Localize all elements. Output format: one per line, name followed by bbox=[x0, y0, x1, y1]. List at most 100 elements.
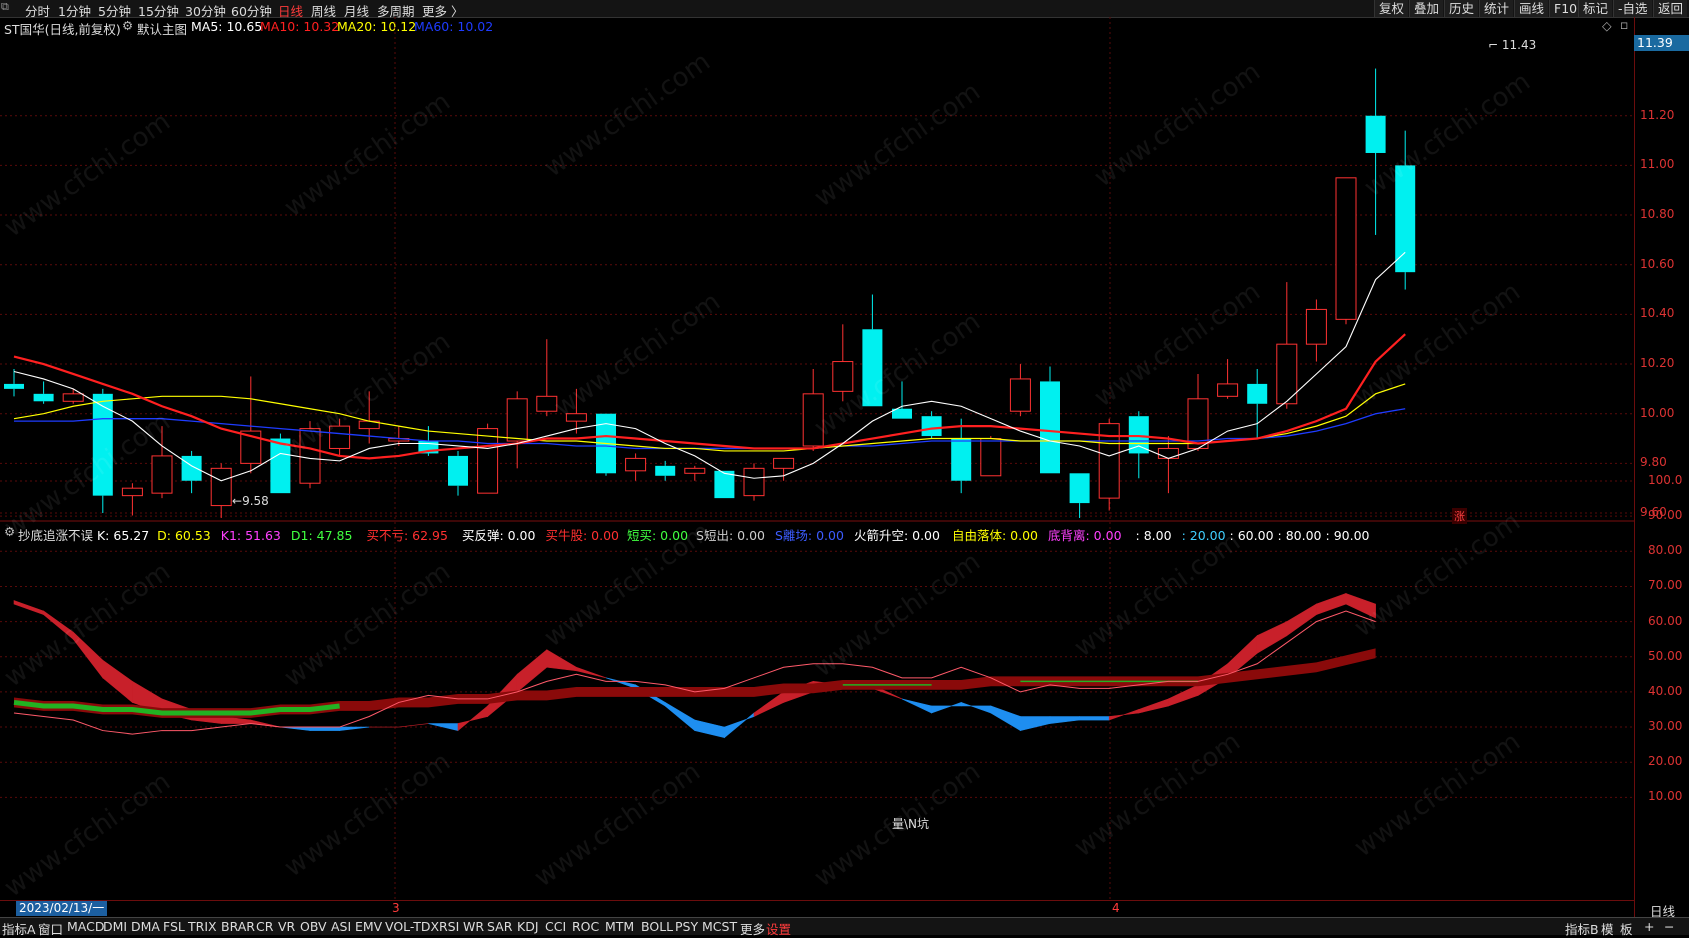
indicator-value: 火箭升空: 0.00 bbox=[853, 528, 940, 543]
bottom-right-button[interactable]: 板 bbox=[1620, 919, 1633, 938]
indicator-tick: 80.00 bbox=[1648, 543, 1683, 558]
kd-band-segment bbox=[546, 649, 577, 672]
overlay-button[interactable]: 叠加 bbox=[1409, 0, 1444, 17]
price-tick: 10.00 bbox=[1640, 405, 1675, 420]
draw-line-button[interactable]: 画线 bbox=[1514, 0, 1549, 17]
f10-button[interactable]: F10 bbox=[1549, 0, 1582, 17]
indicator-tab[interactable]: FSL bbox=[163, 919, 185, 934]
candle-body-up bbox=[477, 428, 499, 494]
indicator-tab[interactable]: OBV bbox=[300, 919, 327, 934]
indicator-tab[interactable]: CR bbox=[256, 919, 273, 934]
price-tick: 10.80 bbox=[1640, 207, 1675, 222]
candle-body-up bbox=[121, 487, 143, 497]
candle-body-up bbox=[625, 457, 647, 472]
remove-watchlist-button[interactable]: -自选 bbox=[1613, 0, 1652, 17]
indicator-value: S離场: 0.00 bbox=[774, 528, 844, 543]
indicator-tab[interactable]: BRAR bbox=[221, 919, 255, 934]
kd-band-segment bbox=[605, 677, 636, 689]
bottom-right-button[interactable]: − bbox=[1664, 919, 1674, 934]
date-axis bbox=[0, 900, 1634, 918]
indicator-value: 自由落体: 0.00 bbox=[951, 528, 1038, 543]
kd-band-segment bbox=[960, 702, 992, 714]
indicator-tab[interactable]: WR bbox=[463, 919, 484, 934]
indicator-tab[interactable]: 设置 bbox=[766, 919, 791, 938]
indicator-tab[interactable]: 更多 bbox=[740, 919, 765, 938]
indicator-tab[interactable]: ASI bbox=[331, 919, 351, 934]
bottom-right-button[interactable]: + bbox=[1644, 919, 1654, 934]
candle-body-up bbox=[980, 438, 1002, 477]
indicator-tab[interactable]: MACD bbox=[67, 919, 104, 934]
indicator-tab[interactable]: MCST bbox=[702, 919, 737, 934]
candle-body-up bbox=[684, 467, 706, 474]
indicator-value: D: 60.53 bbox=[157, 528, 211, 543]
indicator-tab[interactable]: EMV bbox=[355, 919, 382, 934]
indicator-tab[interactable]: DMA bbox=[131, 919, 160, 934]
kd-band-segment bbox=[339, 726, 370, 731]
kd-band-segment bbox=[1049, 716, 1080, 724]
kd-band-segment bbox=[102, 659, 133, 704]
indicator-tick: 20.00 bbox=[1648, 754, 1683, 769]
indicator-value: K: 65.27 bbox=[96, 528, 150, 543]
candle-body-up bbox=[536, 395, 558, 412]
indicator-tab[interactable]: 指标A bbox=[2, 919, 36, 938]
kd-band-segment bbox=[576, 666, 607, 679]
indicator-tab[interactable]: ROC bbox=[572, 919, 599, 934]
kd-band-segment bbox=[1020, 716, 1051, 731]
mark-button[interactable]: 标记 bbox=[1578, 0, 1613, 17]
kd-band-segment bbox=[1316, 593, 1347, 615]
candle-body-up bbox=[773, 457, 795, 469]
history-button[interactable]: 历史 bbox=[1444, 0, 1479, 17]
kd-band-segment bbox=[931, 702, 962, 714]
indicator-tab[interactable]: KDJ bbox=[517, 919, 539, 934]
indicator-value: : 60.00 bbox=[1229, 528, 1274, 543]
candle-body-down bbox=[1247, 383, 1268, 404]
candle-body-down bbox=[448, 455, 468, 486]
indicator-tab[interactable]: TRIX bbox=[188, 919, 217, 934]
candle-body-up bbox=[832, 361, 854, 392]
indicator-tab[interactable]: PSY bbox=[675, 919, 698, 934]
candle-body-up bbox=[1217, 383, 1239, 397]
indicator-tick: 70.00 bbox=[1648, 578, 1683, 593]
bottom-right-button[interactable]: 指标B bbox=[1565, 919, 1599, 938]
price-tick: 11.20 bbox=[1640, 107, 1675, 122]
indicator-value: 买反弹: 0.00 bbox=[461, 528, 536, 543]
price-tick: 9.80 bbox=[1640, 455, 1667, 470]
candle-body-up bbox=[506, 398, 528, 442]
candle-body-down bbox=[1365, 115, 1386, 153]
kd-band-segment bbox=[1108, 709, 1140, 721]
candle-body-up bbox=[329, 425, 351, 449]
indicator-tab[interactable]: VOL-TDX bbox=[385, 919, 439, 934]
indicator-tick: 30.00 bbox=[1648, 719, 1683, 734]
back-button[interactable]: 返回 bbox=[1653, 0, 1688, 17]
indicator-tab[interactable]: VR bbox=[278, 919, 295, 934]
indicator-name[interactable]: 抄底追涨不误 bbox=[18, 528, 97, 543]
low-marker-value: 9.58 bbox=[242, 494, 269, 508]
candle-body-down bbox=[655, 465, 676, 476]
indicator-tab[interactable]: MTM bbox=[605, 919, 634, 934]
candle-body-down bbox=[862, 329, 883, 407]
bottom-right-button[interactable]: 模 bbox=[1601, 919, 1614, 938]
indicator-tab[interactable]: 窗口 bbox=[38, 919, 63, 938]
candle-body-down bbox=[33, 393, 54, 402]
corner-restore-icon[interactable]: ⧉ bbox=[1, 0, 9, 14]
candle-body-down bbox=[92, 393, 113, 496]
indicator-value: 买牛股: 0.00 bbox=[545, 528, 619, 543]
indicator-value: : 90.00 bbox=[1325, 528, 1370, 543]
kd-band-segment bbox=[1168, 684, 1199, 707]
kline-chart[interactable] bbox=[0, 17, 1634, 917]
indicator-tab[interactable]: DMI bbox=[103, 919, 127, 934]
candle-body-up bbox=[565, 413, 587, 422]
indicator-value: 买不亏: 62.95 bbox=[366, 528, 448, 543]
indicator-tab[interactable]: BOLL bbox=[641, 919, 673, 934]
indicator-tab[interactable]: CCI bbox=[545, 919, 566, 934]
kd-band-segment bbox=[280, 726, 311, 731]
indicator-gear-icon[interactable]: ⚙ bbox=[4, 524, 15, 539]
kd-band-segment bbox=[457, 705, 488, 732]
fuquan-button[interactable]: 复权 bbox=[1374, 0, 1409, 17]
stats-button[interactable]: 统计 bbox=[1479, 0, 1514, 17]
indicator-tab[interactable]: SAR bbox=[487, 919, 512, 934]
indicator-tab[interactable]: RSI bbox=[439, 919, 459, 934]
indicator-value: D1: 47.85 bbox=[290, 528, 353, 543]
candle-body-down bbox=[270, 438, 291, 494]
candle-body-up bbox=[62, 393, 84, 402]
